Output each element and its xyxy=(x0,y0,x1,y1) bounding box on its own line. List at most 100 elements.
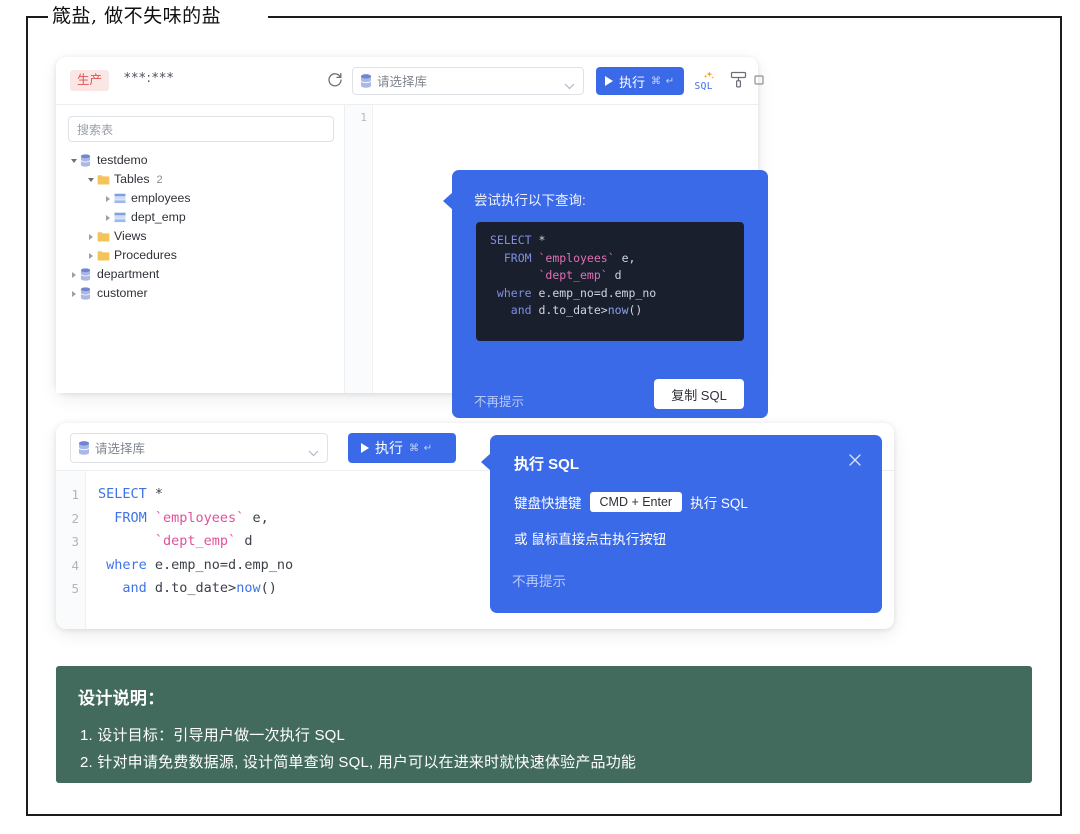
folder-icon xyxy=(97,250,114,261)
tree-node-label: customer xyxy=(97,286,148,300)
play-icon xyxy=(361,443,369,453)
env-badge: 生产 xyxy=(70,70,110,91)
caret-right-icon[interactable] xyxy=(102,195,114,202)
sql-console-panel-1: 生产 ***:*** 请选择库 执行 ⌘ ↵ SQL 搜索表 testdemo … xyxy=(56,57,768,418)
sql-line: SELECT * xyxy=(490,232,656,250)
folder-icon xyxy=(97,174,114,185)
database-select-2[interactable]: 请选择库 xyxy=(70,433,328,463)
database-select-placeholder: 请选择库 xyxy=(95,442,146,456)
tooltip-arrow xyxy=(443,192,453,210)
tree-node-procedures[interactable]: Procedures xyxy=(56,246,344,265)
folder-icon xyxy=(97,231,114,242)
sql-token: e.emp_no=d.emp_no xyxy=(146,556,294,573)
sql-line: where e.emp_no=d.emp_no xyxy=(490,285,656,303)
sql-line: and d.to_date>now() xyxy=(98,577,293,601)
sql-token: d xyxy=(236,533,253,549)
line-number: 2 xyxy=(71,510,79,526)
caret-down-icon[interactable] xyxy=(85,177,97,182)
keyboard-shortcut-chip: CMD + Enter xyxy=(589,492,683,512)
sql-line: where e.emp_no=d.emp_no xyxy=(98,554,293,578)
sql-line: FROM `employees` e, xyxy=(98,507,293,531)
tooltip-heading: 尝试执行以下查询: xyxy=(474,193,586,208)
sql-token: e, xyxy=(614,250,636,265)
design-note: 设计说明： 1. 设计目标：引导用户做一次执行 SQL 2. 针对申请免费数据源… xyxy=(56,666,1032,783)
sql-token: where xyxy=(98,556,147,573)
sql-token: d.to_date> xyxy=(146,580,237,596)
execute-button-2[interactable]: 执行 ⌘ ↵ xyxy=(348,433,456,463)
database-icon xyxy=(80,287,97,300)
sql-token: FROM xyxy=(490,250,539,265)
more-icon[interactable] xyxy=(754,73,766,87)
ai-sql-icon[interactable]: SQL xyxy=(694,68,718,92)
execute-button-label: 执行 xyxy=(619,74,646,90)
sql-token: * xyxy=(146,486,164,502)
tree-node-views[interactable]: Views xyxy=(56,227,344,246)
execute-shortcut-hint: ⌘ ↵ xyxy=(651,75,676,87)
caret-right-icon[interactable] xyxy=(85,252,97,259)
database-select-placeholder: 请选择库 xyxy=(377,75,428,89)
tree-node-tables[interactable]: Tables 2 xyxy=(56,170,344,189)
sql-token: () xyxy=(260,580,277,596)
tree-node-dept_emp[interactable]: dept_emp xyxy=(56,208,344,227)
execute-shortcut-hint: ⌘ ↵ xyxy=(409,442,434,454)
chevron-down-icon xyxy=(308,444,319,457)
search-table-input[interactable]: 搜索表 xyxy=(68,116,334,142)
tree-node-label: dept_emp xyxy=(131,210,186,224)
caret-down-icon[interactable] xyxy=(68,158,80,163)
refresh-icon[interactable] xyxy=(326,71,344,89)
format-sql-icon[interactable] xyxy=(728,68,750,92)
tree-node-testdemo[interactable]: testdemo xyxy=(56,151,344,170)
sql-token: d xyxy=(607,268,622,282)
sql-line: SELECT * xyxy=(98,483,293,507)
sql-line: and d.to_date>now() xyxy=(490,302,656,320)
sql-token: () xyxy=(628,303,643,317)
sql-token: e.emp_no=d.emp_no xyxy=(531,285,657,300)
tree-node-employees[interactable]: employees xyxy=(56,189,344,208)
query-suggestion-tooltip: 尝试执行以下查询: SELECT * FROM `employees` e, `… xyxy=(443,170,768,418)
database-select-1[interactable]: 请选择库 xyxy=(352,67,584,95)
database-icon xyxy=(360,74,372,93)
sql-code-light: SELECT * FROM `employees` e, `dept_emp` … xyxy=(98,483,293,601)
sql-line: `dept_emp` d xyxy=(98,530,293,554)
tree-node-customer[interactable]: customer xyxy=(56,284,344,303)
screenshot-root: 箴盐, 做不失味的盐 生产 ***:*** 请选择库 执行 ⌘ ↵ SQL 搜索… xyxy=(0,0,1080,834)
design-note-title: 设计说明： xyxy=(78,689,165,708)
tree-node-label: Tables xyxy=(114,172,150,186)
popup-mouse-row: 或 鼠标直接点击执行按钮 xyxy=(514,532,667,547)
popup-shortcut-row: 键盘快捷键 CMD + Enter 执行 SQL xyxy=(514,492,748,512)
sql-token: * xyxy=(531,233,546,247)
execute-button-1[interactable]: 执行 ⌘ ↵ xyxy=(596,67,684,95)
dismiss-link-1[interactable]: 不再提示 xyxy=(474,391,524,410)
dismiss-link-2[interactable]: 不再提示 xyxy=(512,570,566,590)
sql-token: FROM xyxy=(98,509,155,526)
tree-node-label: Views xyxy=(114,229,147,243)
popup-shortcut-suffix: 执行 SQL xyxy=(690,496,748,511)
tree-node-count: 2 xyxy=(156,173,163,186)
caret-right-icon[interactable] xyxy=(68,290,80,297)
sql-token: `dept_emp` xyxy=(154,533,237,549)
sql-token: where xyxy=(490,285,532,300)
panel1-toolbar: 生产 ***:*** 请选择库 执行 ⌘ ↵ SQL xyxy=(56,57,764,105)
editor-gutter: 1 2 3 4 5 xyxy=(56,471,86,629)
tree-node-department[interactable]: department xyxy=(56,265,344,284)
close-icon[interactable] xyxy=(848,453,862,467)
sql-token: now xyxy=(236,580,261,596)
sql-token: `employees` xyxy=(154,509,245,526)
tree-node-label: employees xyxy=(131,191,191,205)
sql-token: SELECT xyxy=(490,233,532,247)
chevron-down-icon xyxy=(564,77,575,90)
sql-token: SELECT xyxy=(98,486,147,502)
caret-right-icon[interactable] xyxy=(102,214,114,221)
copy-sql-button[interactable]: 复制 SQL xyxy=(654,379,744,409)
sql-token: `employees` xyxy=(538,250,615,265)
database-icon xyxy=(78,441,90,460)
tree-node-label: Procedures xyxy=(114,248,177,262)
table-icon xyxy=(114,212,131,223)
sql-token: and xyxy=(98,580,147,596)
design-note-line-2: 2. 针对申请免费数据源, 设计简单查询 SQL, 用户可以在进来时就快速体验产… xyxy=(80,754,637,771)
popup-shortcut-prefix: 键盘快捷键 xyxy=(514,496,582,511)
tree-node-label: testdemo xyxy=(97,153,148,167)
caret-right-icon[interactable] xyxy=(85,233,97,240)
caret-right-icon[interactable] xyxy=(68,271,80,278)
sql-line: FROM `employees` e, xyxy=(490,250,656,268)
